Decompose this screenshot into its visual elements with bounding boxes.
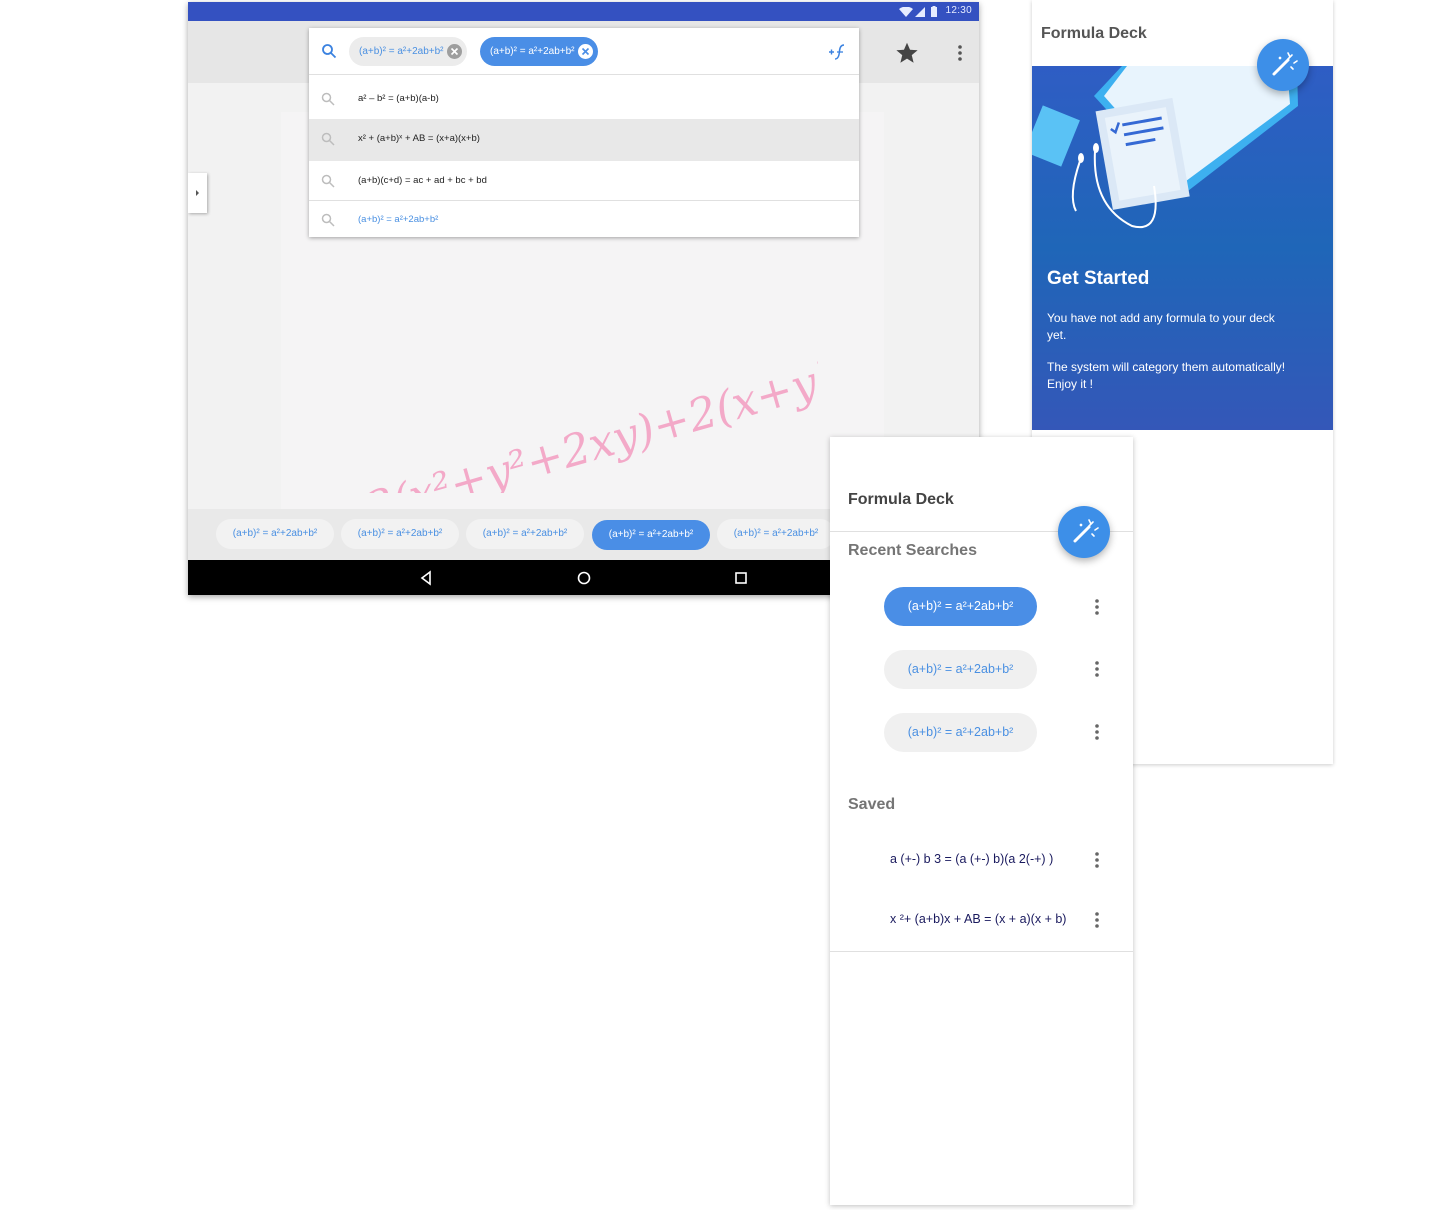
empty-state-text: You have not add any formula to your dec… (1047, 311, 1275, 342)
side-panel-toggle[interactable] (188, 173, 207, 213)
home-icon[interactable] (576, 570, 592, 586)
empty-state-heading: Get Started (1047, 268, 1150, 289)
more-vert-icon[interactable] (953, 42, 967, 64)
handwriting-text: 3(x²+y²+2xy)+2(x+y) (360, 352, 818, 493)
formula-chip[interactable]: (a+b)² = a²+2ab+b² (341, 519, 459, 549)
formula-chip[interactable]: (a+b)² = a²+2ab+b² (216, 519, 334, 549)
empty-state-panel: Get Started You have not add any formula… (1032, 66, 1333, 430)
suggestion-item[interactable]: (a+b)(c+d) = ac + ad + bc + bd (309, 161, 859, 201)
more-vert-icon[interactable] (1092, 722, 1102, 742)
saved-formula[interactable]: a (+-) b 3 = (a (+-) b)(a 2(-+) ) (890, 852, 1053, 866)
more-vert-icon[interactable] (1092, 597, 1102, 617)
phone-formula-deck: Formula Deck Recent Searches (a+b)² = a²… (830, 437, 1133, 1205)
search-chip-label: (a+b)² = a²+2ab+b² (359, 46, 444, 57)
wifi-icon (899, 7, 913, 17)
formula-chip-active[interactable]: (a+b)² = a²+2ab+b² (592, 520, 710, 550)
suggestion-item[interactable]: x² + (a+b)ˣ + AB = (x+a)(x+b) (309, 119, 859, 161)
section-heading-saved: Saved (848, 796, 896, 813)
recents-icon[interactable] (733, 570, 749, 586)
more-vert-icon[interactable] (1092, 910, 1102, 930)
magic-wand-icon (1073, 519, 1099, 543)
battery-icon (931, 6, 937, 17)
section-heading-recent: Recent Searches (848, 542, 977, 559)
search-chip-active[interactable]: (a+b)² = a²+2ab+b² (480, 37, 598, 66)
formula-chip[interactable]: (a+b)² = a²+2ab+b² (466, 519, 584, 549)
search-card: (a+b)² = a²+2ab+b² (a+b)² = a²+2ab+b² a²… (309, 28, 859, 237)
status-time: 12:30 (945, 5, 972, 16)
empty-state-text: The system will category them automatica… (1047, 360, 1286, 391)
handwritten-formula: 3(x²+y²+2xy)+2(x+y) (360, 352, 818, 493)
suggestion-item[interactable]: (a+b)² = a²+2ab+b² (309, 200, 859, 237)
search-bar[interactable]: (a+b)² = a²+2ab+b² (a+b)² = a²+2ab+b² (309, 28, 859, 75)
app-title: Formula Deck (848, 491, 954, 508)
recent-search-chip[interactable]: (a+b)² = a²+2ab+b² (884, 650, 1037, 689)
app-title: Formula Deck (1041, 25, 1147, 42)
magic-wand-icon (1272, 52, 1298, 76)
recent-search-chip[interactable]: (a+b)² = a²+2ab+b² (884, 713, 1037, 752)
status-bar: 12:30 (188, 2, 979, 21)
magic-button[interactable] (1257, 39, 1309, 91)
chevron-right-icon (196, 190, 199, 196)
recent-search-chip[interactable]: (a+b)² = a²+2ab+b² (884, 587, 1037, 626)
more-vert-icon[interactable] (1092, 850, 1102, 870)
suggestion-item[interactable]: a² – b² = (a+b)(a-b) (309, 79, 859, 119)
close-icon[interactable] (578, 44, 593, 59)
notebook-illustration (1032, 66, 1298, 229)
search-chip-label: (a+b)² = a²+2ab+b² (490, 46, 575, 57)
magic-button[interactable] (1058, 506, 1110, 558)
saved-formula[interactable]: x ²+ (a+b)x + AB = (x + a)(x + b) (890, 912, 1066, 926)
back-icon[interactable] (418, 570, 434, 586)
formula-icon[interactable] (828, 42, 848, 62)
search-icon (322, 44, 337, 59)
more-vert-icon[interactable] (1092, 659, 1102, 679)
signal-icon (915, 7, 925, 17)
divider (830, 951, 1133, 952)
star-icon[interactable] (894, 40, 920, 66)
close-icon[interactable] (447, 44, 462, 59)
formula-chip[interactable]: (a+b)² = a²+2ab+b² (717, 519, 835, 549)
search-icon (321, 132, 335, 146)
suggestion-text: (a+b)² = a²+2ab+b² (358, 214, 439, 225)
search-icon (321, 92, 335, 106)
suggestion-text: a² – b² = (a+b)(a-b) (358, 93, 439, 104)
search-icon (321, 213, 335, 227)
suggestion-text: x² + (a+b)ˣ + AB = (x+a)(x+b) (358, 133, 480, 144)
search-icon (321, 174, 335, 188)
suggestion-text: (a+b)(c+d) = ac + ad + bc + bd (358, 175, 487, 186)
search-chip[interactable]: (a+b)² = a²+2ab+b² (349, 37, 467, 66)
